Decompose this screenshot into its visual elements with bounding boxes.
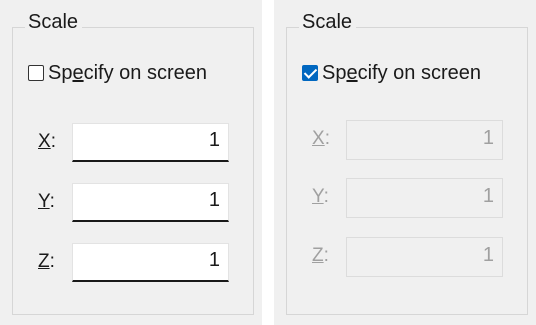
scale-panel-disabled: Scale Specify on screen X: Y: Z: (274, 0, 536, 325)
z-label: Z: (38, 251, 55, 273)
z-label-colon: : (323, 245, 329, 266)
label-mnemonic: e (346, 61, 358, 84)
y-label: Y: (312, 186, 329, 208)
scale-panel-enabled: Scale Specify on screen X: Y: Z: (0, 0, 262, 325)
label-part-post: cify on screen (83, 61, 207, 84)
screenshot-stage: Scale Specify on screen X: Y: Z: Scale S… (0, 0, 536, 325)
label-part-pre: Sp (48, 61, 73, 84)
x-label-colon: : (50, 131, 56, 152)
x-field-row: X: (38, 123, 238, 163)
x-label-mnemonic: X (38, 131, 51, 152)
y-label-colon: : (323, 186, 329, 207)
x-scale-input-disabled (346, 120, 503, 160)
z-scale-input-disabled (346, 237, 503, 277)
z-label-colon: : (49, 251, 55, 272)
checkbox-box[interactable] (28, 65, 44, 81)
z-label-mnemonic: Z (38, 251, 50, 272)
y-label-colon: : (49, 191, 55, 212)
specify-on-screen-label: Specify on screen (48, 62, 207, 85)
y-label-mnemonic: Y (312, 186, 324, 207)
y-label: Y: (38, 191, 55, 213)
x-label: X: (312, 128, 330, 150)
y-field-row: Y: (312, 178, 512, 218)
x-field-row: X: (312, 120, 512, 160)
specify-on-screen-checkbox[interactable]: Specify on screen (302, 58, 481, 88)
z-field-row: Z: (312, 237, 512, 277)
y-field-row: Y: (38, 183, 238, 223)
x-label-colon: : (324, 128, 330, 149)
x-scale-input[interactable] (72, 123, 229, 162)
z-label: Z: (312, 245, 329, 267)
label-part-post: cify on screen (357, 61, 481, 84)
specify-on-screen-checkbox[interactable]: Specify on screen (28, 58, 207, 88)
z-scale-input[interactable] (72, 243, 229, 282)
label-part-pre: Sp (322, 61, 347, 84)
z-field-row: Z: (38, 243, 238, 283)
group-title: Scale (25, 10, 83, 34)
group-title: Scale (299, 10, 357, 34)
y-scale-input[interactable] (72, 183, 229, 222)
y-label-mnemonic: Y (38, 191, 50, 212)
x-label: X: (38, 131, 56, 153)
checkbox-checked-icon[interactable] (302, 65, 318, 81)
x-label-mnemonic: X (312, 128, 325, 149)
y-scale-input-disabled (346, 178, 503, 218)
specify-on-screen-label: Specify on screen (322, 62, 481, 85)
label-mnemonic: e (72, 61, 84, 84)
z-label-mnemonic: Z (312, 245, 324, 266)
